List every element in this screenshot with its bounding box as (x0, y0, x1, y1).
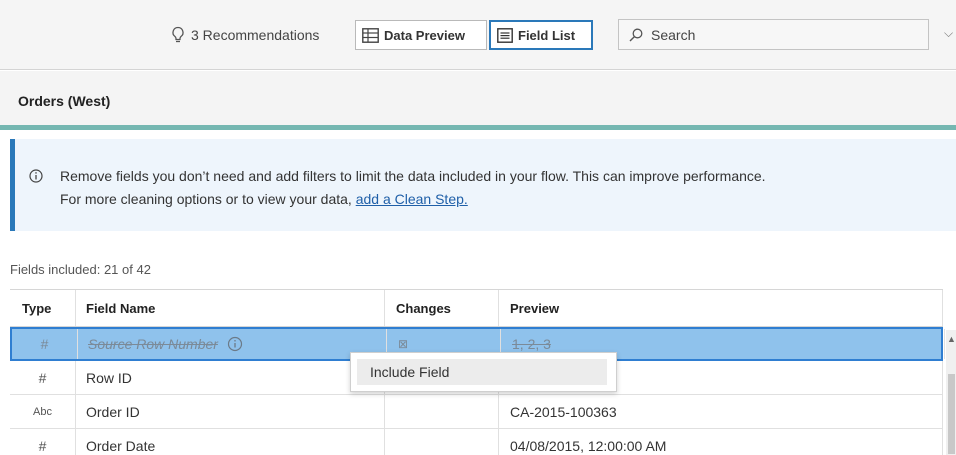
preview-cell: CA-2015-100363 (500, 395, 943, 428)
banner-text-line1: Remove fields you don’t need and add fil… (60, 168, 766, 184)
number-type-icon: # (12, 329, 78, 359)
recommendations-button[interactable]: 3 Recommendations (171, 22, 319, 48)
changes-cell (386, 395, 499, 428)
field-name-cell: Source Row Number (79, 329, 387, 359)
banner-text-line2: For more cleaning options or to view you… (60, 191, 468, 207)
field-name-cell: Order Date (77, 429, 385, 455)
scroll-up-icon[interactable]: ▲ (947, 334, 956, 344)
string-type-icon: Abc (10, 395, 76, 428)
info-icon (29, 169, 43, 183)
chevron-down-icon[interactable]: ⌵ (944, 26, 953, 41)
data-preview-button[interactable]: Data Preview (355, 20, 487, 50)
search-icon (629, 28, 643, 41)
search-placeholder: Search (651, 26, 696, 43)
header-type[interactable]: Type (10, 290, 76, 326)
field-name-cell: Order ID (77, 395, 385, 428)
preview-cell: 04/08/2015, 12:00:00 AM (500, 429, 943, 455)
table-scrollbar[interactable]: ▲ (946, 330, 956, 455)
date-type-icon: # (10, 429, 76, 455)
search-input[interactable]: Search (618, 19, 929, 50)
table-row[interactable]: # Order Date 04/08/2015, 12:00:00 AM (10, 429, 943, 455)
scrollbar-thumb[interactable] (948, 374, 955, 454)
field-list-label: Field List (518, 27, 576, 43)
step-title: Orders (West) (0, 71, 956, 125)
info-banner: Remove fields you don’t need and add fil… (10, 139, 956, 231)
step-color-bar (0, 125, 956, 130)
data-preview-label: Data Preview (384, 27, 465, 43)
banner-text-prefix: For more cleaning options or to view you… (60, 191, 356, 207)
table-row[interactable]: Abc Order ID CA-2015-100363 (10, 395, 943, 429)
field-name-text: Source Row Number (88, 336, 218, 352)
number-type-icon: # (10, 361, 76, 394)
recommendations-label: 3 Recommendations (191, 27, 320, 43)
field-name-cell: Row ID (77, 361, 385, 394)
changes-cell (386, 429, 499, 455)
removed-field-icon: ⊠ (398, 337, 409, 351)
include-field-menu-item[interactable]: Include Field (357, 359, 607, 385)
list-icon (497, 27, 513, 43)
grid-icon (362, 27, 379, 43)
header-field-name[interactable]: Field Name (77, 290, 385, 326)
info-icon[interactable] (227, 336, 243, 352)
context-menu: Include Field (350, 352, 617, 392)
header-preview[interactable]: Preview (500, 290, 943, 326)
add-clean-step-link[interactable]: add a Clean Step. (356, 191, 468, 207)
preview-text: 1, 2, 3 (512, 336, 551, 352)
table-header: Type Field Name Changes Preview (10, 289, 943, 327)
top-toolbar: 3 Recommendations Data Preview Field Lis… (0, 0, 956, 70)
lightbulb-icon (172, 26, 184, 43)
field-list-button[interactable]: Field List (489, 20, 593, 50)
fields-included-count: Fields included: 21 of 42 (10, 262, 151, 277)
header-changes[interactable]: Changes (386, 290, 499, 326)
